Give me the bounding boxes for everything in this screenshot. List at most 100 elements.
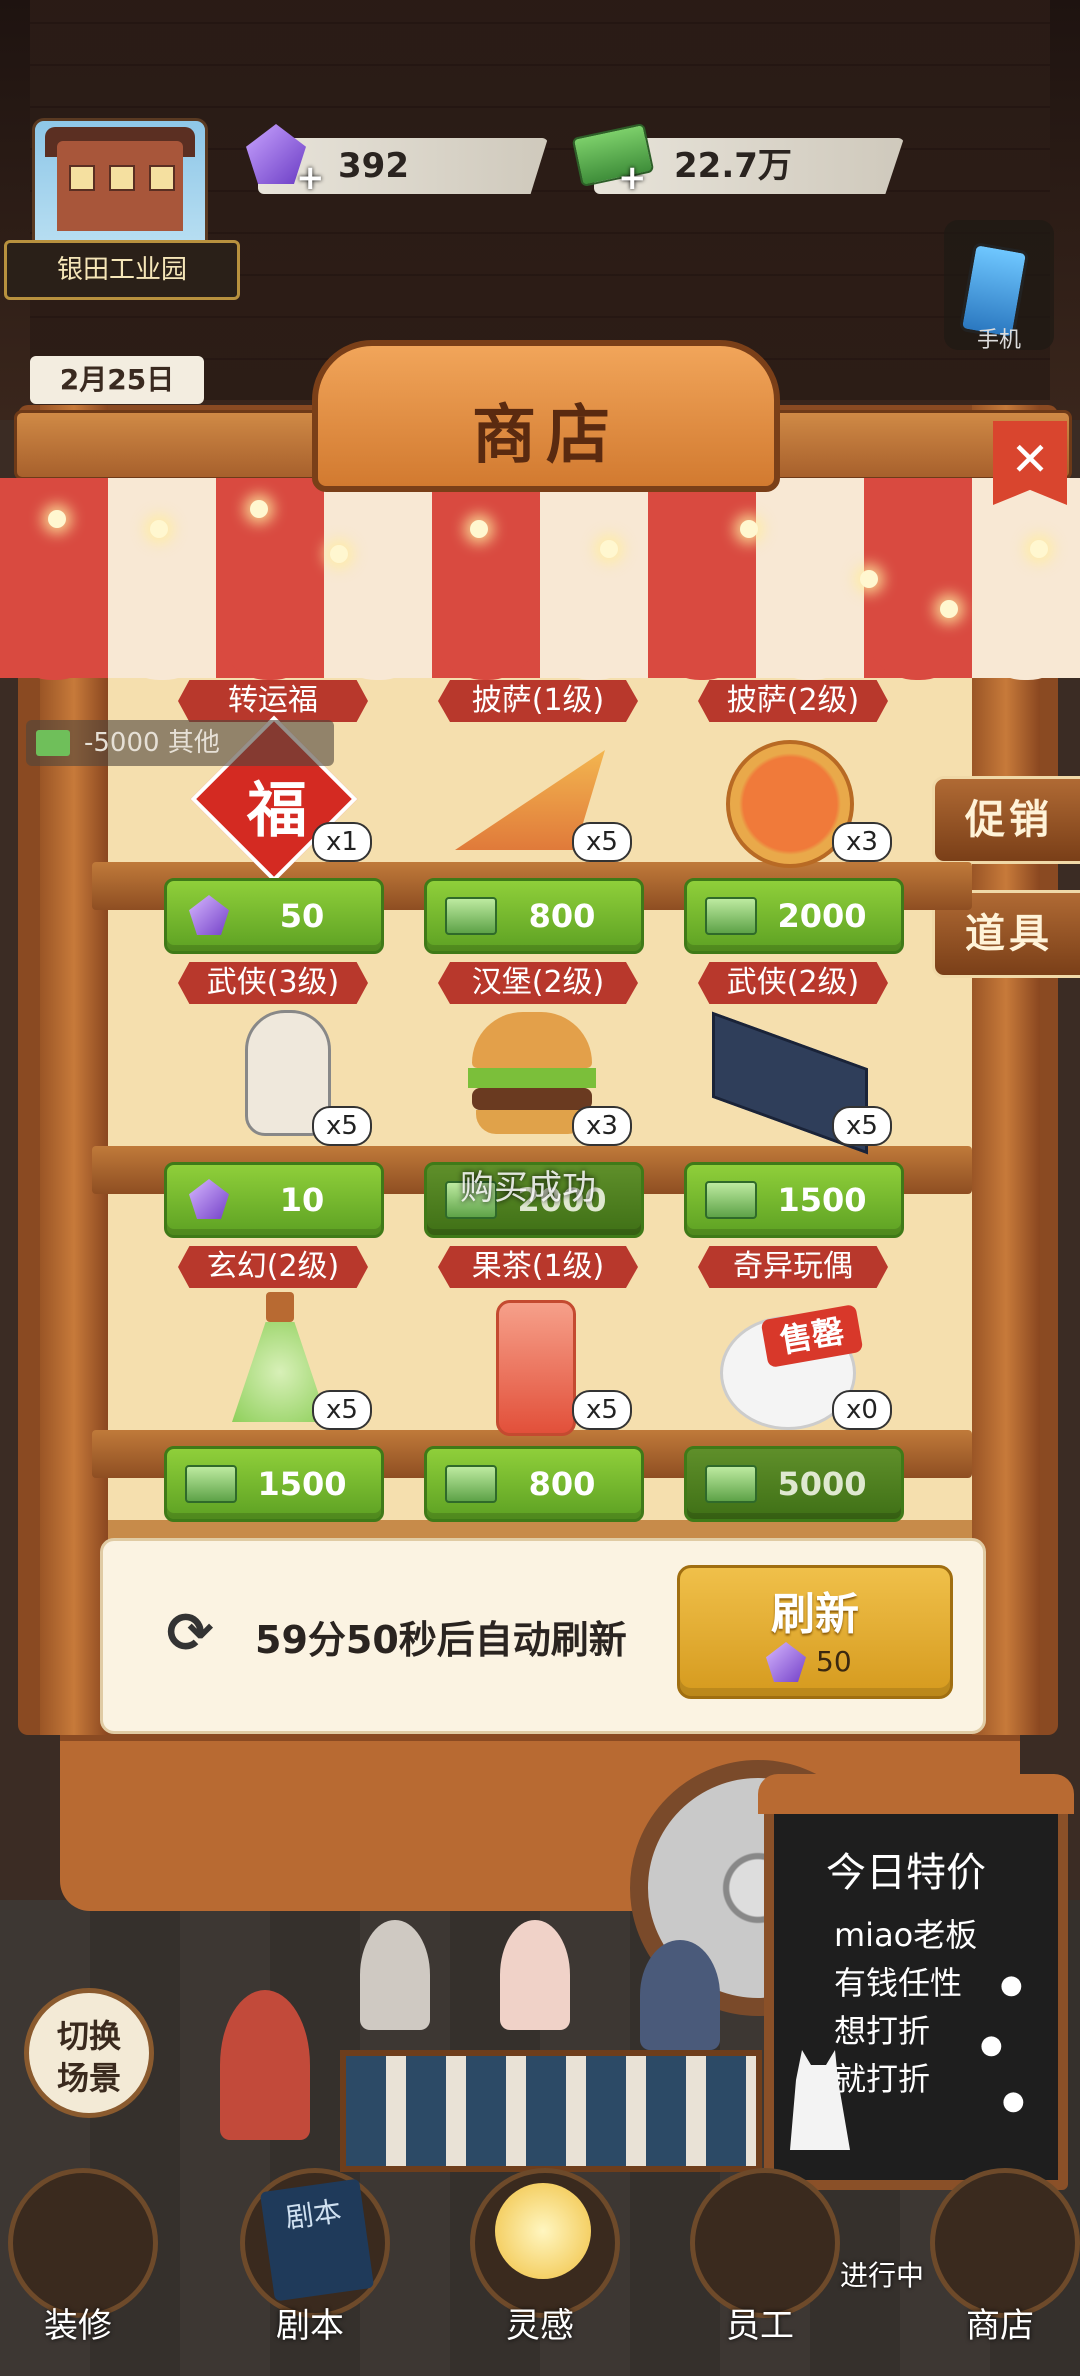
item-quantity: x5 bbox=[572, 822, 632, 862]
location-name[interactable]: 银田工业园 bbox=[4, 240, 240, 300]
shop-stall-icon bbox=[930, 2168, 1080, 2318]
board-title: 今日特价 bbox=[826, 1850, 986, 1896]
string-light bbox=[600, 540, 618, 558]
purchase-success-toast: 购买成功 bbox=[460, 1168, 596, 1208]
gem-count: 392 bbox=[338, 146, 409, 186]
phone-label: 手机 bbox=[976, 328, 1021, 353]
item-name: 披萨(1级) bbox=[438, 680, 638, 722]
item-quantity: x3 bbox=[572, 1106, 632, 1146]
buy-button[interactable]: 10 bbox=[164, 1162, 384, 1238]
paw-icon: ● bbox=[980, 2030, 1003, 2060]
location-thumbnail[interactable] bbox=[32, 118, 208, 252]
fruit-tea-jar-icon bbox=[496, 1300, 576, 1436]
martial-book-item[interactable] bbox=[712, 1011, 868, 1155]
daily-special-board[interactable]: 今日特价 miao老板 有钱任性 想打折 就打折 ● ● ● bbox=[758, 1774, 1074, 2190]
string-light bbox=[48, 510, 66, 528]
fu-character: 福 bbox=[247, 776, 307, 846]
item-quantity: x5 bbox=[832, 1106, 892, 1146]
item-quantity: x5 bbox=[312, 1106, 372, 1146]
item-price: 1500 bbox=[777, 1181, 867, 1219]
item-name: 披萨(2级) bbox=[698, 680, 888, 722]
house-window bbox=[109, 165, 135, 191]
script-book-icon: 剧本 bbox=[240, 2168, 390, 2318]
string-light bbox=[250, 500, 268, 518]
board-line: 有钱任性 bbox=[834, 1964, 963, 2002]
buy-button[interactable]: 2000 bbox=[684, 878, 904, 954]
nav-decorate[interactable]: 装修 bbox=[8, 2168, 158, 2346]
switch-label-2: 场景 bbox=[56, 2059, 121, 2097]
shop-title: 商店 bbox=[472, 399, 620, 473]
buy-button[interactable]: 1500 bbox=[684, 1162, 904, 1238]
board-line: 想打折 bbox=[834, 2012, 931, 2050]
refresh-button-label: 刷新 bbox=[771, 1589, 859, 1640]
item-quantity: x0 bbox=[832, 1390, 892, 1430]
string-light bbox=[740, 520, 758, 538]
refresh-cost: 50 bbox=[816, 1645, 852, 1678]
string-light bbox=[470, 520, 488, 538]
nav-label: 剧本 bbox=[276, 2306, 344, 2346]
shop-sign: 商店 bbox=[312, 340, 780, 492]
house-window bbox=[149, 165, 175, 191]
buy-button[interactable]: 800 bbox=[424, 1446, 644, 1522]
item-price: 50 bbox=[279, 897, 325, 935]
in-progress-label: 进行中 bbox=[840, 2259, 925, 2292]
nav-shop[interactable]: 商店 bbox=[930, 2168, 1080, 2346]
buy-button[interactable]: 50 bbox=[164, 878, 384, 954]
board-line: miao老板 bbox=[834, 1916, 978, 1954]
refresh-icon: ⟳ bbox=[166, 1601, 214, 1666]
house-window bbox=[69, 165, 95, 191]
add-cash-icon[interactable]: + bbox=[618, 158, 647, 198]
bulb-glow bbox=[495, 2183, 591, 2279]
item-quantity: x5 bbox=[312, 1390, 372, 1430]
item-quantity: x3 bbox=[832, 822, 892, 862]
item-name: 武侠(3级) bbox=[178, 962, 368, 1004]
string-light bbox=[330, 545, 348, 563]
cash-icon bbox=[36, 730, 70, 756]
tab-promotion[interactable]: 促销 bbox=[932, 776, 1080, 864]
item-price: 2000 bbox=[777, 897, 867, 935]
item-name: 武侠(2级) bbox=[698, 962, 888, 1004]
nav-label: 商店 bbox=[966, 2306, 1034, 2346]
nav-inspiration[interactable]: 灵感 bbox=[470, 2168, 620, 2346]
item-name: 果茶(1级) bbox=[438, 1246, 638, 1288]
string-light bbox=[940, 600, 958, 618]
book-title: 剧本 bbox=[259, 2178, 375, 2302]
refresh-button[interactable]: 刷新 50 bbox=[677, 1565, 953, 1699]
phone-button[interactable]: 手机 bbox=[944, 220, 1054, 353]
board-header bbox=[758, 1774, 1074, 1814]
item-price: 5000 bbox=[777, 1465, 867, 1503]
buy-button[interactable]: 1500 bbox=[164, 1446, 384, 1522]
customer-character bbox=[500, 1920, 570, 2030]
potion-cork-icon bbox=[266, 1292, 294, 1322]
burger-lettuce-icon bbox=[468, 1068, 596, 1088]
customer-character bbox=[640, 1940, 720, 2050]
item-quantity: x1 bbox=[312, 822, 372, 862]
paw-icon: ● bbox=[1000, 1970, 1023, 2000]
item-price: 1500 bbox=[257, 1465, 347, 1503]
customer-character bbox=[360, 1920, 430, 2030]
buy-button-disabled: 5000 bbox=[684, 1446, 904, 1522]
nav-label: 员工 bbox=[726, 2306, 794, 2346]
item-price: 800 bbox=[528, 1465, 596, 1503]
nav-staff[interactable]: 员工 bbox=[690, 2168, 840, 2346]
item-name: 玄幻(2级) bbox=[178, 1246, 368, 1288]
string-light bbox=[150, 520, 168, 538]
switch-scene-button[interactable]: 切换 场景 bbox=[24, 1988, 154, 2118]
burger-patty-icon bbox=[472, 1088, 592, 1110]
item-price: 10 bbox=[279, 1181, 325, 1219]
board-line: 就打折 bbox=[834, 2060, 931, 2098]
staff-card-icon bbox=[690, 2168, 840, 2318]
item-name: 汉堡(2级) bbox=[438, 962, 638, 1004]
refresh-panel: ⟳ 59分50秒后自动刷新 刷新 50 bbox=[100, 1538, 986, 1734]
string-light bbox=[860, 570, 878, 588]
gem-icon bbox=[189, 1179, 229, 1219]
nav-script[interactable]: 剧本 剧本 bbox=[240, 2168, 390, 2346]
add-gems-icon[interactable]: + bbox=[296, 158, 325, 198]
gem-icon bbox=[766, 1642, 806, 1682]
buy-button[interactable]: 800 bbox=[424, 878, 644, 954]
cash-deduction-float: -5000 其他 bbox=[26, 720, 334, 766]
burger-bun-icon bbox=[472, 1012, 592, 1068]
lightbulb-icon bbox=[470, 2168, 620, 2318]
deduction-text: -5000 其他 bbox=[84, 728, 220, 758]
item-price: 800 bbox=[528, 897, 596, 935]
